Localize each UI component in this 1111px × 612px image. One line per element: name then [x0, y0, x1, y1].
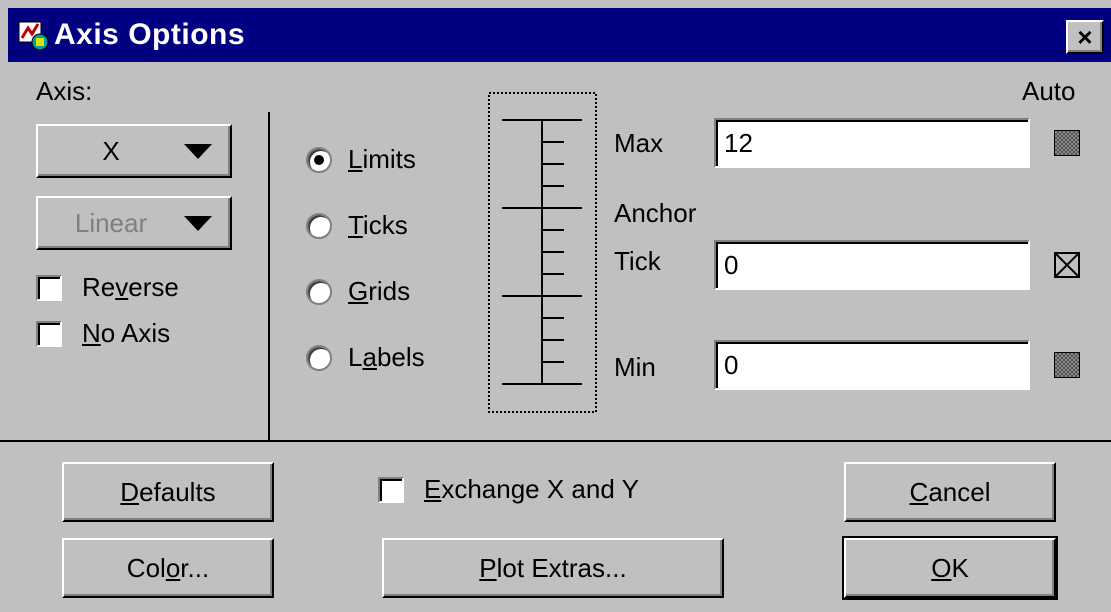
reverse-checkbox-row[interactable]: Reverse [36, 272, 179, 303]
plot-extras-button[interactable]: Plot Extras... [382, 538, 724, 598]
exchange-label: Exchange X and Y [424, 474, 639, 504]
no-axis-checkbox[interactable] [36, 320, 62, 347]
max-label: Max [614, 128, 664, 158]
vertical-divider [268, 112, 270, 442]
close-button[interactable]: × [1066, 20, 1104, 54]
plot-extras-button-label: Plot Extras... [479, 552, 627, 583]
max-auto-checkbox[interactable] [1054, 130, 1080, 156]
radio-limits-button[interactable] [306, 146, 332, 173]
cancel-button-label: Cancel [909, 476, 991, 507]
reverse-checkbox[interactable] [36, 274, 62, 301]
radio-limits-label: Limits [348, 144, 416, 174]
defaults-button-label: Defaults [120, 476, 216, 507]
ok-button-label: OK [931, 552, 969, 583]
radio-labels-button[interactable] [306, 344, 332, 371]
min-label: Min [614, 352, 656, 382]
radio-labels-label: Labels [348, 342, 425, 372]
chevron-down-icon [184, 215, 212, 231]
anchor-label: Anchor [614, 198, 697, 228]
radio-ticks-button[interactable] [306, 212, 332, 239]
chevron-down-icon [184, 143, 212, 159]
window-title: Axis Options [54, 18, 246, 51]
radio-ticks-label: Ticks [348, 210, 408, 240]
axis-preview-icon [488, 92, 597, 413]
exchange-checkbox[interactable] [378, 476, 404, 503]
axis-label: Axis: [36, 76, 93, 106]
max-input-value: 12 [724, 127, 753, 158]
defaults-button[interactable]: Defaults [62, 462, 274, 522]
min-input-value: 0 [724, 349, 739, 380]
app-icon [18, 21, 49, 51]
exchange-checkbox-row[interactable]: Exchange X and Y [378, 474, 639, 505]
reverse-label: Reverse [82, 272, 179, 302]
tick-label: Tick [614, 246, 661, 276]
tick-input[interactable]: 0 [714, 240, 1030, 290]
auto-label: Auto [1022, 76, 1076, 106]
axis-dropdown-value: X [102, 135, 120, 166]
tick-input-value: 0 [724, 249, 739, 280]
cancel-button[interactable]: Cancel [844, 462, 1056, 522]
min-auto-checkbox[interactable] [1054, 352, 1080, 378]
radio-grids-label: Grids [348, 276, 411, 306]
scale-dropdown-value: Linear [74, 207, 148, 238]
radio-grids[interactable]: Grids [306, 276, 410, 307]
radio-ticks[interactable]: Ticks [306, 210, 408, 241]
min-input[interactable]: 0 [714, 340, 1030, 390]
title-bar: Axis Options [8, 8, 1111, 62]
tick-auto-checkbox[interactable] [1054, 252, 1080, 278]
max-input[interactable]: 12 [714, 118, 1030, 168]
radio-limits[interactable]: Limits [306, 144, 416, 175]
color-button-label: Color... [126, 552, 210, 583]
no-axis-label: No Axis [82, 318, 171, 348]
horizontal-divider [0, 440, 1111, 442]
radio-labels[interactable]: Labels [306, 342, 425, 373]
radio-dot [314, 154, 324, 165]
scale-dropdown[interactable]: Linear [36, 196, 232, 250]
close-icon: × [1077, 21, 1093, 52]
axis-dropdown[interactable]: X [36, 124, 232, 178]
no-axis-checkbox-row[interactable]: No Axis [36, 318, 170, 349]
color-button[interactable]: Color... [62, 538, 274, 598]
radio-grids-button[interactable] [306, 278, 332, 305]
ok-button[interactable]: OK [842, 536, 1058, 600]
